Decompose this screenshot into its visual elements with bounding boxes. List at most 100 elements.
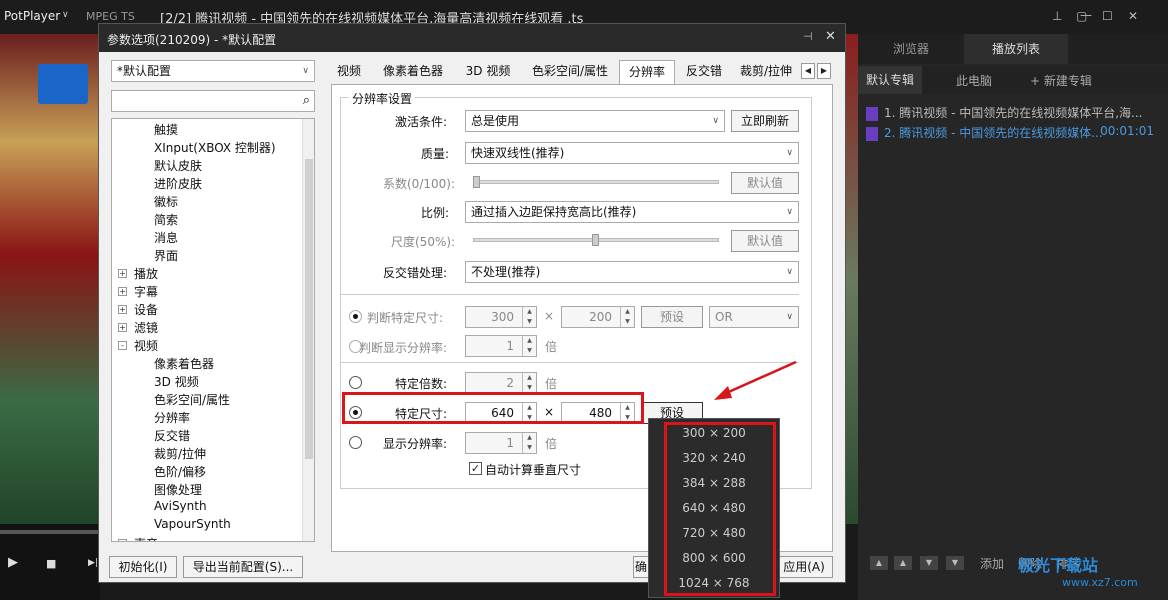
tab-resolution[interactable]: 分辨率 <box>619 60 675 84</box>
judge-width-input[interactable]: 300 ▲ ▼ <box>465 306 537 328</box>
tab-scroll-left-icon[interactable]: ◀ <box>801 63 815 79</box>
minimize-icon[interactable]: — <box>1080 8 1092 22</box>
tab-crop-stretch[interactable]: 裁剪/拉伸 <box>737 60 795 84</box>
tree-item[interactable]: 简索 <box>154 211 178 228</box>
tree-item[interactable]: 默认皮肤 <box>154 157 202 174</box>
tree-item[interactable]: 3D 视频 <box>154 373 199 390</box>
activate-select[interactable]: 总是使用 ∨ <box>465 110 725 132</box>
pin-icon[interactable]: ⊥ <box>1052 9 1062 23</box>
tree-item[interactable]: 触摸 <box>154 121 178 138</box>
apply-button[interactable]: 应用(A) <box>775 556 833 578</box>
dialog-close-icon[interactable]: ✕ <box>825 29 836 44</box>
video-frame[interactable] <box>0 34 98 524</box>
multiple-radio[interactable] <box>349 376 362 389</box>
spin-arrows-icon[interactable]: ▲ ▼ <box>522 307 536 327</box>
move-bottom-icon[interactable]: ▼ <box>946 556 964 570</box>
tab-deinterlace[interactable]: 反交错 <box>679 60 729 84</box>
tab-pixel-shader[interactable]: 像素着色器 <box>375 60 451 84</box>
ratio-select[interactable]: 通过插入边距保持宽高比(推荐) ∨ <box>465 201 799 223</box>
playlist-item[interactable]: 1. 腾讯视频 - 中国领先的在线视频媒体平台,海... <box>866 104 1162 122</box>
tree-item[interactable]: 进阶皮肤 <box>154 175 202 192</box>
spin-arrows-icon[interactable]: ▲ ▼ <box>522 373 536 393</box>
tree-item[interactable]: 设备 <box>134 301 158 318</box>
tree-item[interactable]: 像素着色器 <box>154 355 214 372</box>
tree-item[interactable]: 反交错 <box>154 427 190 444</box>
ts-file-icon <box>866 106 878 121</box>
close-icon[interactable]: ✕ <box>1128 9 1138 23</box>
tree-item[interactable]: VapourSynth <box>154 517 231 531</box>
tab-browser[interactable]: 浏览器 <box>858 34 964 64</box>
tree-item[interactable]: 徽标 <box>154 193 178 210</box>
judge-size-radio[interactable] <box>349 310 362 323</box>
move-top-icon[interactable]: ▲ <box>870 556 888 570</box>
tree-item[interactable]: 播放 <box>134 265 158 282</box>
tab-scroll-right-icon[interactable]: ▶ <box>817 63 831 79</box>
tree-item[interactable]: 色阶/偏移 <box>154 463 206 480</box>
tree-expander-icon[interactable]: + <box>118 305 127 314</box>
maximize-icon[interactable]: ☐ <box>1102 9 1113 23</box>
or-select[interactable]: OR ∨ <box>709 306 799 328</box>
move-up-icon[interactable]: ▲ <box>894 556 912 570</box>
add-button[interactable]: 添加 <box>980 555 1004 572</box>
tree-item[interactable]: 界面 <box>154 247 178 264</box>
spin-arrows-icon[interactable]: ▲ ▼ <box>620 307 634 327</box>
app-logo[interactable]: PotPlayer <box>4 9 60 23</box>
tree-scrollbar[interactable] <box>302 119 314 541</box>
scale-slider-thumb[interactable] <box>592 234 599 246</box>
tree-item[interactable]: 裁剪/拉伸 <box>154 445 206 462</box>
next-icon[interactable]: ▶| <box>88 558 98 568</box>
tree-item[interactable]: 视频 <box>134 337 158 354</box>
tab-color-space[interactable]: 色彩空间/属性 <box>523 60 617 84</box>
tree-item[interactable]: 色彩空间/属性 <box>154 391 230 408</box>
tree-item[interactable]: AviSynth <box>154 499 207 513</box>
tree-expander-icon[interactable]: + <box>118 539 127 541</box>
spin-arrows-icon[interactable]: ▲ ▼ <box>522 336 536 356</box>
judge-preset-button[interactable]: 预设 <box>641 306 703 328</box>
stop-icon[interactable]: ■ <box>46 557 56 570</box>
refresh-button[interactable]: 立即刷新 <box>731 110 799 132</box>
seek-bar[interactable] <box>0 530 98 534</box>
tree-item[interactable]: 图像处理 <box>154 481 202 498</box>
tree-item[interactable]: 消息 <box>154 229 178 246</box>
scale-default-button[interactable]: 默认值 <box>731 230 799 252</box>
tree-item[interactable]: 滤镜 <box>134 319 158 336</box>
export-button[interactable]: 导出当前配置(S)... <box>183 556 303 578</box>
search-icon[interactable]: ⌕ <box>303 91 310 111</box>
tree-item[interactable]: 声音 <box>134 535 158 541</box>
ok-button[interactable]: 确 <box>633 556 649 578</box>
move-down-icon[interactable]: ▼ <box>920 556 938 570</box>
tree-expander-icon[interactable]: + <box>118 323 127 332</box>
main-menu-chevron-icon[interactable]: ∨ <box>62 10 69 20</box>
judge-disp-input[interactable]: 1 ▲ ▼ <box>465 335 537 357</box>
tab-3d-video[interactable]: 3D 视频 <box>459 60 517 84</box>
search-input[interactable]: ⌕ <box>111 90 315 112</box>
play-icon[interactable]: ▶ <box>8 555 18 570</box>
coef-default-button[interactable]: 默认值 <box>731 172 799 194</box>
display-res-radio[interactable] <box>349 436 362 449</box>
tree-item[interactable]: XInput(XBOX 控制器) <box>154 139 276 156</box>
coef-slider-thumb[interactable] <box>473 176 480 188</box>
coef-slider[interactable] <box>473 180 719 184</box>
new-album-button[interactable]: + 新建专辑 <box>1030 72 1092 89</box>
auto-vertical-checkbox[interactable]: ✓ <box>469 462 482 475</box>
playlist-item-current[interactable]: 2. 腾讯视频 - 中国领先的在线视频媒体... 00:01:01 <box>866 124 1162 142</box>
tree-scroll-thumb[interactable] <box>305 159 313 459</box>
deinterlace-select[interactable]: 不处理(推荐) ∨ <box>465 261 799 283</box>
album-default[interactable]: 默认专辑 <box>858 66 923 94</box>
tab-playlist[interactable]: 播放列表 <box>964 34 1068 64</box>
quality-select[interactable]: 快速双线性(推荐) ∨ <box>465 142 799 164</box>
tree-expander-icon[interactable]: + <box>118 287 127 296</box>
album-this-pc[interactable]: 此电脑 <box>956 72 992 89</box>
profile-select[interactable]: *默认配置 ∨ <box>111 60 315 82</box>
judge-height-input[interactable]: 200 ▲ ▼ <box>561 306 635 328</box>
init-button[interactable]: 初始化(I) <box>109 556 177 578</box>
tree-expander-icon[interactable]: - <box>118 341 127 350</box>
tab-video[interactable]: 视频 <box>331 60 367 84</box>
spin-arrows-icon[interactable]: ▲ ▼ <box>522 433 536 453</box>
display-res-input[interactable]: 1 ▲ ▼ <box>465 432 537 454</box>
tree-item[interactable]: 字幕 <box>134 283 158 300</box>
pin-icon[interactable]: ⊣ <box>803 30 813 43</box>
multiple-input[interactable]: 2 ▲ ▼ <box>465 372 537 394</box>
tree-expander-icon[interactable]: + <box>118 269 127 278</box>
tree-item[interactable]: 分辨率 <box>154 409 190 426</box>
